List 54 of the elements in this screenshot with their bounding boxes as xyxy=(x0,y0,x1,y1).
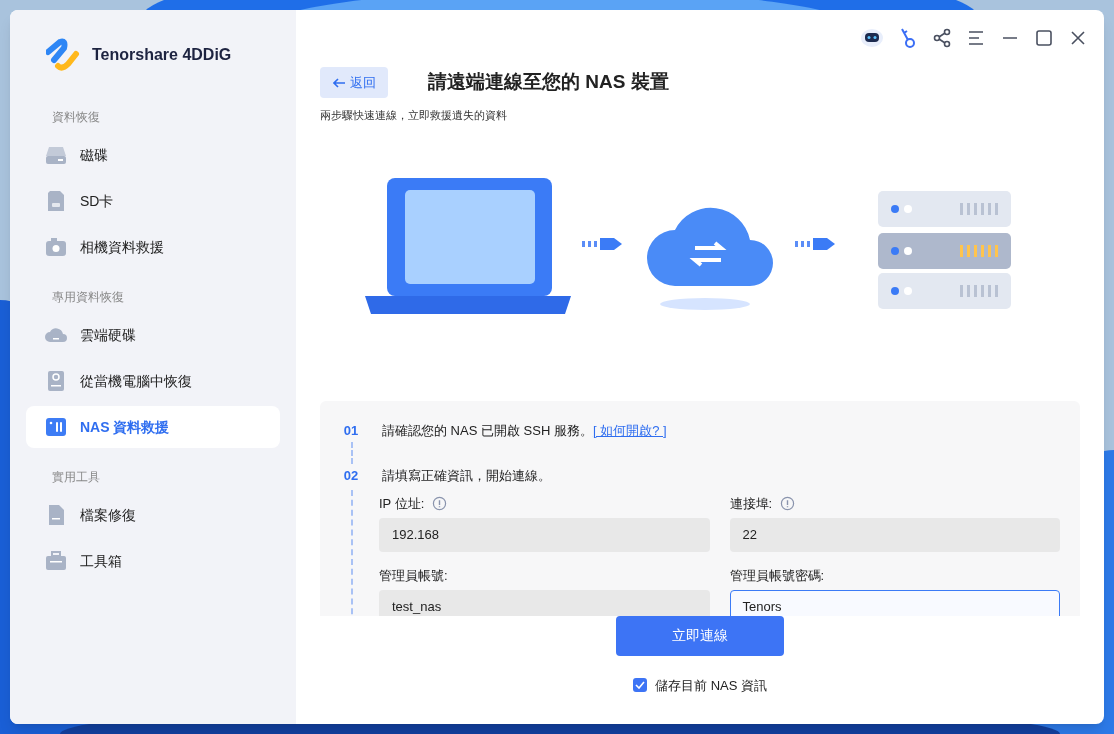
arrow-left-icon xyxy=(332,77,346,88)
sidebar-item[interactable]: 相機資料救援 xyxy=(26,226,280,268)
sidebar-label: NAS 資料救援 xyxy=(80,417,170,437)
menu-icon[interactable] xyxy=(966,28,986,48)
key-icon[interactable] xyxy=(898,27,918,49)
step-number: 01 xyxy=(342,421,360,440)
info-icon xyxy=(780,496,796,511)
sidebar-item[interactable]: 工具箱 xyxy=(26,540,280,582)
sidebar-label: 相機資料救援 xyxy=(80,237,164,257)
field-label: 管理員帳號密碼: xyxy=(729,566,825,585)
field-label: IP 位址: xyxy=(379,494,425,513)
sidebar-item[interactable]: NAS 資料救援 xyxy=(26,406,280,448)
sidebar-item[interactable]: 從當機電腦中恢復 xyxy=(26,360,280,402)
nas-icon xyxy=(44,415,68,439)
robot-icon[interactable] xyxy=(860,27,884,49)
sidebar-label: 雲端硬碟 xyxy=(80,325,136,345)
check-icon xyxy=(635,681,645,690)
camera-icon xyxy=(44,235,68,259)
sidebar-item[interactable]: 檔案修復 xyxy=(26,494,280,536)
input-field[interactable]: Tenors xyxy=(729,589,1060,616)
field-label: 管理員帳號: xyxy=(379,566,448,585)
input-field[interactable]: test_nas xyxy=(379,589,710,616)
sidebar-label: 檔案修復 xyxy=(80,505,136,525)
page-subtitle: 兩步驟快速連線，立即救援遺失的資料 xyxy=(319,108,508,123)
input-field[interactable]: 192.168 xyxy=(379,517,710,552)
section-heading: 資料恢復 xyxy=(51,109,101,126)
section-heading: 專用資料恢復 xyxy=(51,289,125,306)
back-button[interactable]: 返回 xyxy=(320,67,388,98)
app-name: Tenorshare 4DDiG xyxy=(92,45,232,65)
step-text: 請確認您的 NAS 已開啟 SSH 服務。 xyxy=(382,421,593,440)
help-link[interactable]: [ 如何開啟? ] xyxy=(592,420,667,440)
sidebar-item[interactable]: SD卡 xyxy=(26,180,280,222)
step-number: 02 xyxy=(342,467,360,485)
page-title: 請遠端連線至您的 NAS 裝置 xyxy=(428,70,669,95)
toolbox-icon xyxy=(44,549,68,573)
arrow-icon xyxy=(795,237,835,250)
sidebar-label: 從當機電腦中恢復 xyxy=(80,371,192,391)
sidebar-item[interactable]: 磁碟 xyxy=(26,134,280,176)
step-text: 請填寫正確資訊，開始連線。 xyxy=(382,467,551,485)
connect-button[interactable]: 立即連線 xyxy=(616,615,784,656)
sidebar-item[interactable]: 雲端硬碟 xyxy=(26,314,280,356)
logo-icon xyxy=(46,38,80,72)
arrow-icon xyxy=(582,237,622,250)
save-checkbox[interactable]: 儲存目前 NAS 資訊 xyxy=(633,675,767,695)
section-heading: 實用工具 xyxy=(51,469,101,486)
maximize-icon[interactable] xyxy=(1034,28,1054,48)
sidebar-label: 磁碟 xyxy=(80,145,108,165)
share-icon[interactable] xyxy=(932,28,952,48)
field-label: 連接埠: xyxy=(729,494,773,513)
sidebar-label: 工具箱 xyxy=(80,551,122,571)
info-icon xyxy=(432,496,448,511)
input-field[interactable]: 22 xyxy=(729,517,1060,552)
sidebar-label: SD卡 xyxy=(80,191,114,211)
checkbox[interactable] xyxy=(633,678,647,693)
